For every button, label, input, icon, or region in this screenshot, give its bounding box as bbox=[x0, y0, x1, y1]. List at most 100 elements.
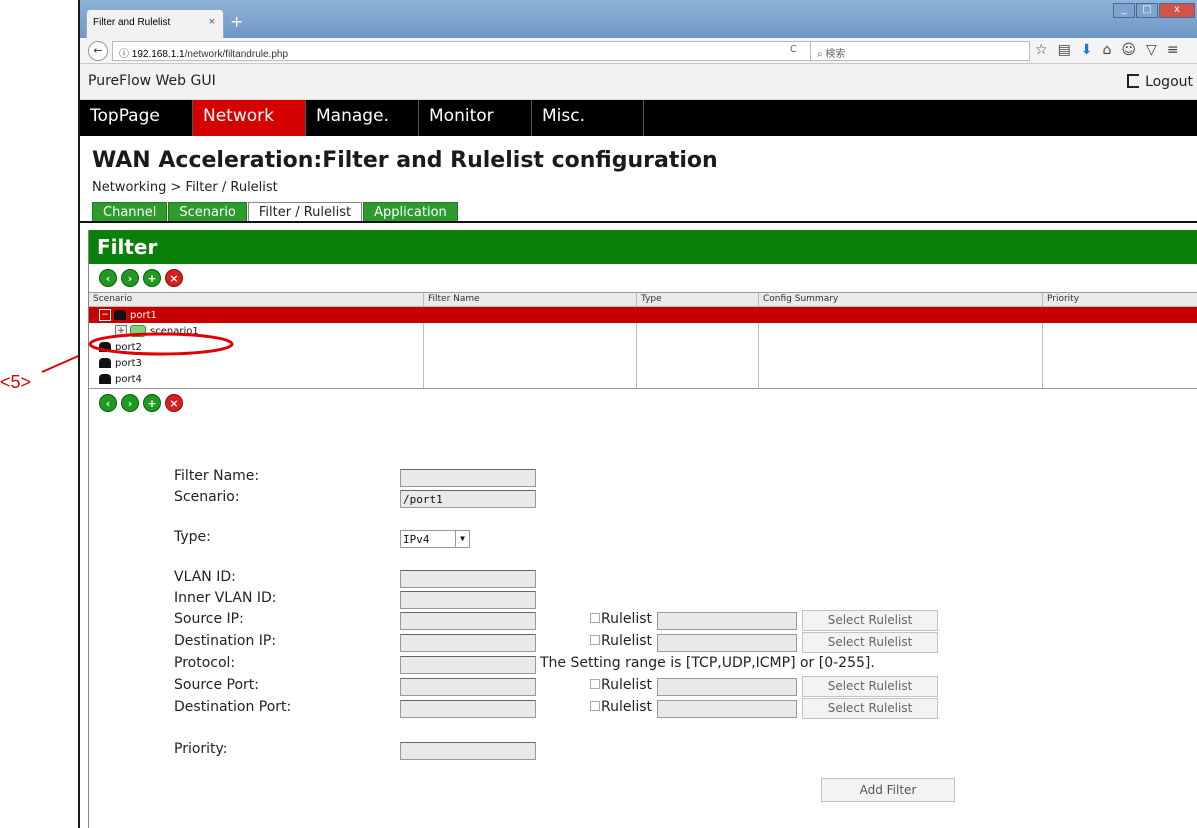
left-arrow-icon[interactable]: ‹ bbox=[99, 394, 117, 412]
sub-tabs: Channel Scenario Filter / Rulelist Appli… bbox=[92, 202, 459, 222]
source-port-rulelist-checkbox[interactable]: Rulelist bbox=[590, 677, 652, 693]
hamburger-menu-icon[interactable]: ≡ bbox=[1167, 42, 1179, 58]
tree-row-port1[interactable]: − port1 bbox=[89, 307, 1197, 323]
destination-ip-rulelist-checkbox[interactable]: Rulelist bbox=[590, 633, 652, 649]
tree-row-port3[interactable]: port3 bbox=[89, 355, 1197, 371]
delete-icon[interactable]: × bbox=[165, 394, 183, 412]
col-scenario[interactable]: Scenario bbox=[89, 293, 424, 306]
menu-item-manage[interactable]: Manage. bbox=[306, 100, 419, 136]
tab-filter-rulelist[interactable]: Filter / Rulelist bbox=[247, 202, 363, 222]
checkbox-icon bbox=[590, 613, 600, 623]
window-controls: _ □ x bbox=[1113, 3, 1195, 18]
delete-icon[interactable]: × bbox=[165, 269, 183, 287]
chevron-down-icon: ▼ bbox=[455, 531, 469, 547]
tree-label: port4 bbox=[115, 373, 142, 385]
filter-tree-grid: Scenario Filter Name Type Config Summary… bbox=[89, 292, 1197, 389]
download-icon[interactable]: ⬇ bbox=[1081, 42, 1093, 58]
priority-input[interactable] bbox=[400, 742, 536, 760]
browser-tab[interactable]: Filter and Rulelist × bbox=[86, 9, 224, 38]
port-icon bbox=[99, 342, 111, 352]
menu-item-network[interactable]: Network bbox=[193, 100, 306, 136]
new-tab-button[interactable]: + bbox=[230, 12, 243, 31]
scenario-label: Scenario: bbox=[174, 489, 240, 505]
protocol-label: Protocol: bbox=[174, 655, 236, 671]
url-host: 192.168.1.1 bbox=[131, 49, 185, 60]
rulelist-label: Rulelist bbox=[601, 699, 653, 715]
filter-heading: Filter bbox=[89, 230, 1197, 264]
url-input[interactable]: ⓘ 192.168.1.1/network/filtandrule.php bbox=[112, 41, 822, 61]
source-port-select-rulelist-button[interactable]: Select Rulelist bbox=[802, 676, 938, 697]
window-close-button[interactable]: x bbox=[1159, 3, 1195, 18]
maximize-button[interactable]: □ bbox=[1136, 3, 1158, 18]
inner-vlan-id-label: Inner VLAN ID: bbox=[174, 590, 277, 606]
pocket-icon[interactable]: ▽ bbox=[1146, 42, 1157, 58]
scenario-input[interactable]: /port1 bbox=[400, 490, 536, 508]
port-icon bbox=[99, 374, 111, 384]
destination-port-select-rulelist-button[interactable]: Select Rulelist bbox=[802, 698, 938, 719]
vlan-id-label: VLAN ID: bbox=[174, 569, 236, 585]
destination-ip-select-rulelist-button[interactable]: Select Rulelist bbox=[802, 632, 938, 653]
minimize-button[interactable]: _ bbox=[1113, 3, 1135, 18]
type-select[interactable]: IPv4 ▼ bbox=[400, 530, 470, 548]
left-arrow-icon[interactable]: ‹ bbox=[99, 269, 117, 287]
port-icon bbox=[114, 310, 126, 320]
info-icon: ⓘ bbox=[119, 49, 132, 60]
add-filter-button[interactable]: Add Filter bbox=[821, 778, 955, 802]
checkbox-icon bbox=[590, 679, 600, 689]
reload-icon[interactable]: C bbox=[790, 44, 797, 55]
source-port-input[interactable] bbox=[400, 678, 536, 696]
grid-header: Scenario Filter Name Type Config Summary… bbox=[89, 293, 1197, 307]
add-icon[interactable]: + bbox=[143, 394, 161, 412]
col-priority[interactable]: Priority bbox=[1043, 293, 1197, 306]
col-type[interactable]: Type bbox=[637, 293, 759, 306]
tab-channel[interactable]: Channel bbox=[92, 202, 168, 222]
tab-application[interactable]: Application bbox=[363, 202, 458, 222]
reading-list-icon[interactable]: ▤ bbox=[1058, 42, 1071, 58]
source-ip-input[interactable] bbox=[400, 612, 536, 630]
logout-button[interactable]: Logout bbox=[1127, 72, 1193, 90]
add-icon[interactable]: + bbox=[143, 269, 161, 287]
app-header: PureFlow Web GUI Logout bbox=[80, 64, 1197, 100]
right-arrow-icon[interactable]: › bbox=[121, 394, 139, 412]
destination-ip-rulelist-input[interactable] bbox=[657, 634, 797, 652]
filter-name-input[interactable] bbox=[400, 469, 536, 487]
menu-item-misc[interactable]: Misc. bbox=[532, 100, 644, 136]
type-select-value: IPv4 bbox=[403, 533, 430, 546]
source-port-rulelist-input[interactable] bbox=[657, 678, 797, 696]
destination-port-rulelist-checkbox[interactable]: Rulelist bbox=[590, 699, 652, 715]
home-icon[interactable]: ⌂ bbox=[1103, 42, 1112, 58]
col-config-summary[interactable]: Config Summary bbox=[759, 293, 1043, 306]
tree-row-port4[interactable]: port4 bbox=[89, 371, 1197, 387]
source-ip-rulelist-input[interactable] bbox=[657, 612, 797, 630]
tree-label: port3 bbox=[115, 357, 142, 369]
back-arrow-icon[interactable]: ← bbox=[88, 41, 108, 61]
destination-port-rulelist-input[interactable] bbox=[657, 700, 797, 718]
expand-icon[interactable]: + bbox=[115, 325, 127, 337]
destination-port-input[interactable] bbox=[400, 700, 536, 718]
source-ip-select-rulelist-button[interactable]: Select Rulelist bbox=[802, 610, 938, 631]
scenario-icon bbox=[130, 325, 146, 337]
tab-scenario[interactable]: Scenario bbox=[168, 202, 247, 222]
logout-label: Logout bbox=[1145, 74, 1193, 90]
source-ip-rulelist-checkbox[interactable]: Rulelist bbox=[590, 611, 652, 627]
bookmark-star-icon[interactable]: ☆ bbox=[1035, 42, 1048, 58]
tab-close-icon[interactable]: × bbox=[209, 16, 215, 28]
menu-item-monitor[interactable]: Monitor bbox=[419, 100, 532, 136]
col-filter-name[interactable]: Filter Name bbox=[424, 293, 637, 306]
vlan-id-input[interactable] bbox=[400, 570, 536, 588]
tree-row-scenario1[interactable]: + scenario1 bbox=[89, 323, 1197, 339]
protocol-input[interactable] bbox=[400, 656, 536, 674]
inner-vlan-id-input[interactable] bbox=[400, 591, 536, 609]
search-input[interactable]: ⌕ 検索 bbox=[810, 41, 1030, 61]
collapse-icon[interactable]: − bbox=[99, 309, 111, 321]
rulelist-label: Rulelist bbox=[601, 677, 653, 693]
tree-controls-top: ‹ › + × bbox=[89, 264, 1197, 292]
chat-icon[interactable]: ☺ bbox=[1121, 42, 1136, 58]
right-arrow-icon[interactable]: › bbox=[121, 269, 139, 287]
tree-label: port1 bbox=[130, 309, 157, 321]
tree-row-port2[interactable]: port2 bbox=[89, 339, 1197, 355]
tree-label: scenario1 bbox=[150, 325, 199, 337]
tree-label: port2 bbox=[115, 341, 142, 353]
destination-ip-input[interactable] bbox=[400, 634, 536, 652]
menu-item-toppage[interactable]: TopPage bbox=[80, 100, 193, 136]
